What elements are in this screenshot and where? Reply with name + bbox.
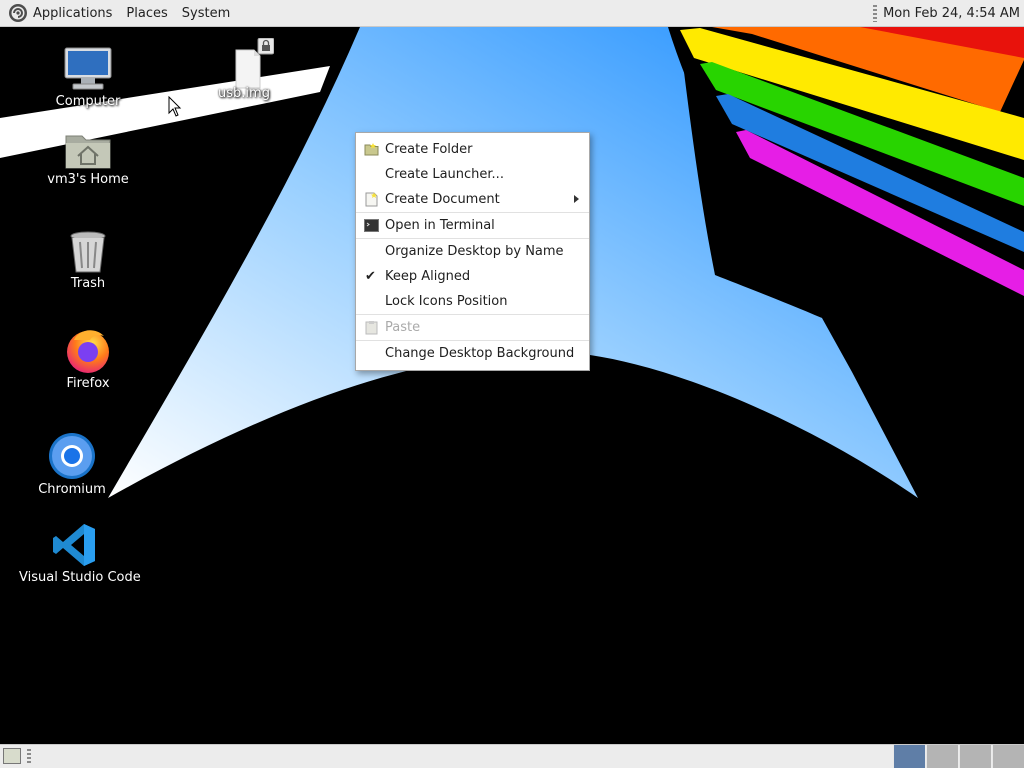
menu-item-label: Paste bbox=[385, 320, 421, 335]
submenu-arrow-icon bbox=[574, 195, 579, 203]
menu-item-open-terminal[interactable]: Open in Terminal bbox=[356, 213, 589, 238]
show-desktop-icon[interactable] bbox=[3, 748, 21, 764]
folder-icon bbox=[364, 143, 379, 156]
menu-item-create-folder[interactable]: Create Folder bbox=[356, 137, 589, 162]
menu-item-label: Change Desktop Background bbox=[385, 346, 575, 361]
menu-item-keep-aligned[interactable]: ✔ Keep Aligned bbox=[356, 264, 589, 289]
workspace-4[interactable] bbox=[992, 745, 1024, 768]
clock[interactable]: Mon Feb 24, 4:54 AM bbox=[883, 6, 1024, 21]
workspace-3[interactable] bbox=[959, 745, 991, 768]
distro-logo-icon bbox=[9, 4, 27, 22]
vscode-icon bbox=[53, 524, 95, 566]
workspace-2[interactable] bbox=[926, 745, 958, 768]
workspace-1[interactable] bbox=[893, 745, 925, 768]
desktop-icon-trash[interactable]: Trash bbox=[33, 230, 143, 291]
applications-menu[interactable]: Applications bbox=[0, 0, 119, 27]
menu-item-label: Create Launcher... bbox=[385, 167, 504, 182]
firefox-icon bbox=[67, 330, 109, 373]
desktop-icon-label: Chromium bbox=[38, 482, 106, 497]
desktop-icon-chromium[interactable]: Chromium bbox=[17, 432, 127, 497]
desktop-icon-computer[interactable]: Computer bbox=[33, 46, 143, 109]
checkmark-icon: ✔ bbox=[365, 269, 376, 284]
panel-drag-handle[interactable] bbox=[27, 749, 31, 764]
menu-item-paste: Paste bbox=[356, 315, 589, 340]
trash-icon bbox=[70, 231, 106, 273]
terminal-icon bbox=[364, 219, 379, 232]
menu-item-label: Organize Desktop by Name bbox=[385, 244, 564, 259]
desktop-icon-usb-img[interactable]: usb.img bbox=[189, 38, 299, 101]
menu-item-label: Lock Icons Position bbox=[385, 294, 508, 309]
desktop-context-menu: Create Folder Create Launcher... Create … bbox=[355, 132, 590, 371]
menu-item-lock-icons-position[interactable]: Lock Icons Position bbox=[356, 289, 589, 314]
places-menu[interactable]: Places bbox=[119, 0, 174, 27]
chromium-icon bbox=[49, 433, 95, 479]
desktop-icon-label: Trash bbox=[70, 276, 106, 291]
desktop-icon-label: usb.img bbox=[218, 86, 270, 101]
menu-item-change-background[interactable]: Change Desktop Background bbox=[356, 341, 589, 366]
home-folder-icon bbox=[65, 135, 111, 169]
desktop-icon-label: Visual Studio Code bbox=[19, 570, 141, 585]
panel-drag-handle[interactable] bbox=[873, 4, 878, 22]
mouse-cursor-icon bbox=[168, 96, 182, 117]
desktop-icon-label: vm3's Home bbox=[47, 172, 129, 187]
desktop-icon-label: Computer bbox=[55, 94, 121, 109]
paste-icon bbox=[365, 321, 378, 335]
menu-item-create-document[interactable]: Create Document bbox=[356, 187, 589, 212]
menu-item-label: Create Folder bbox=[385, 142, 473, 157]
desktop-icon-label: Firefox bbox=[66, 376, 110, 391]
menu-item-label: Keep Aligned bbox=[385, 269, 471, 284]
menu-item-label: Open in Terminal bbox=[385, 218, 495, 233]
top-panel: Applications Places System Mon Feb 24, 4… bbox=[0, 0, 1024, 27]
menu-item-organize-desktop[interactable]: Organize Desktop by Name bbox=[356, 239, 589, 264]
menu-item-label: Create Document bbox=[385, 192, 500, 207]
system-menu[interactable]: System bbox=[175, 0, 237, 27]
desktop-icon-vscode[interactable]: Visual Studio Code bbox=[19, 522, 141, 585]
bottom-panel bbox=[0, 744, 1024, 768]
desktop-icon-firefox[interactable]: Firefox bbox=[33, 326, 143, 391]
applications-menu-label: Applications bbox=[33, 5, 113, 21]
document-icon bbox=[365, 192, 378, 207]
desktop-icon-home[interactable]: vm3's Home bbox=[33, 130, 143, 187]
menu-item-create-launcher[interactable]: Create Launcher... bbox=[356, 162, 589, 187]
computer-icon bbox=[64, 47, 112, 90]
file-icon bbox=[235, 38, 274, 89]
